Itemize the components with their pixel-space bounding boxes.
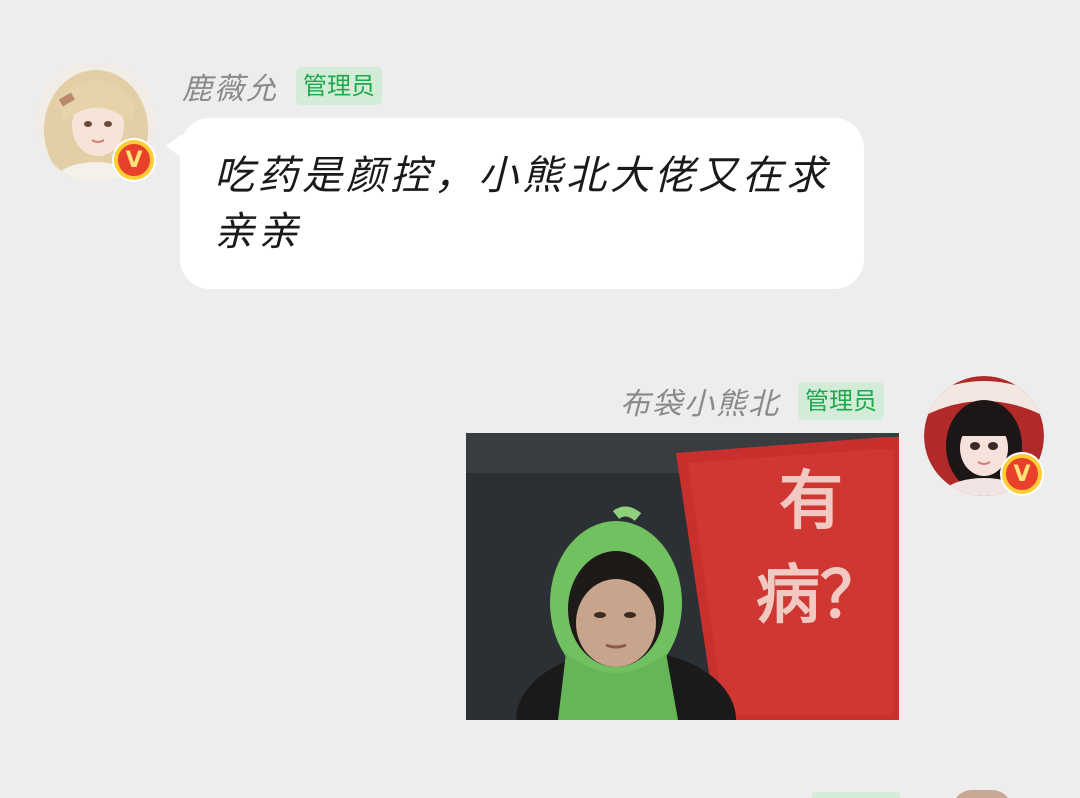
sign-text: 有病？ <box>756 464 884 633</box>
verified-badge-icon: V <box>1002 454 1042 494</box>
sender-name[interactable]: 鹿薇允 <box>182 64 278 108</box>
sender-avatar-1[interactable]: V <box>36 62 156 182</box>
admin-role-badge: 管理员 <box>296 67 382 105</box>
sender-name-row-2: 布袋小熊北 管理员 <box>620 379 884 423</box>
sender-name[interactable]: 布袋小熊北 <box>620 379 780 423</box>
chat-view: V 鹿薇允 管理员 吃药是颜控，小熊北大佬又在求亲亲 布袋小熊北 管理员 V 有… <box>0 0 1080 798</box>
message-bubble[interactable]: 吃药是颜控，小熊北大佬又在求亲亲 <box>166 118 864 289</box>
message-text: 吃药是颜控，小熊北大佬又在求亲亲 <box>214 153 830 255</box>
sender-avatar-2[interactable]: V <box>924 376 1044 496</box>
admin-role-badge: 管理员 <box>798 382 884 420</box>
verified-badge-icon: V <box>114 140 154 180</box>
sender-name-row-1: 鹿薇允 管理员 <box>182 64 382 108</box>
next-role-badge <box>812 792 900 798</box>
image-message[interactable]: 有病？ <box>466 433 899 720</box>
next-avatar[interactable] <box>952 790 1012 798</box>
